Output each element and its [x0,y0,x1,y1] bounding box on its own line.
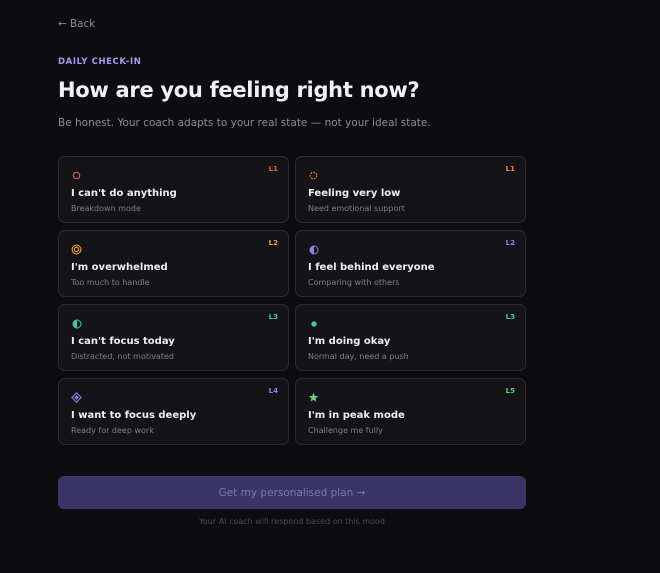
mood-card-doing-okay[interactable]: L3 I'm doing okay Normal day, need a push [295,304,526,371]
mood-card-cant-focus[interactable]: L3 I can't focus today Distracted, not mot… [58,304,289,371]
back-link[interactable]: ← Back [58,18,95,30]
level-badge: L1 [268,165,278,173]
mood-description: Ready for deep work [71,426,154,435]
mood-description: Distracted, not motivated [71,352,174,361]
page-title: How are you feeling right now? [58,78,420,102]
mood-card-cant-do-anything[interactable]: L1 I can't do anything Breakdown mode [58,156,289,223]
mood-label: I'm doing okay [308,336,391,347]
arrow-left-icon: ← [58,18,67,30]
mood-description: Too much to handle [71,278,150,287]
mood-label: I feel behind everyone [308,262,435,273]
mood-label: Feeling very low [308,188,401,199]
mood-options-grid: L1 I can't do anything Breakdown mode L1 Fee… [58,156,526,445]
mood-description: Normal day, need a push [308,352,409,361]
mood-description: Challenge me fully [308,426,383,435]
footnote: Your AI coach will respond based on this… [199,517,385,526]
mood-label: I'm in peak mode [308,410,405,421]
mood-card-overwhelmed[interactable]: L2 I'm overwhelmed Too much to handle [58,230,289,297]
get-plan-button[interactable]: Get my personalised plan → [58,476,526,509]
page-subtitle: Be honest. Your coach adapts to your rea… [58,117,431,129]
mood-card-peak-mode[interactable]: L5 I'm in peak mode Challenge me fully [295,378,526,445]
mood-check-in-page: ← Back DAILY CHECK-IN How are you feelin… [0,0,660,573]
double-ring-icon [71,244,82,255]
dashed-ring-icon [308,170,319,181]
mood-description: Breakdown mode [71,204,141,213]
half-circle-icon [308,244,319,255]
star-icon [308,392,319,403]
mood-label: I can't do anything [71,188,177,199]
ring-icon [71,170,82,181]
diamond-icon [71,392,82,403]
half-circle-icon [71,318,82,329]
mood-description: Need emotional support [308,204,405,213]
mood-card-feeling-very-low[interactable]: L1 Feeling very low Need emotional support [295,156,526,223]
mood-description: Comparing with others [308,278,400,287]
level-badge: L3 [505,313,515,321]
level-badge: L3 [268,313,278,321]
level-badge: L4 [268,387,278,395]
level-badge: L2 [268,239,278,247]
back-label: Back [69,18,96,30]
dot-icon [308,318,319,329]
eyebrow-label: DAILY CHECK-IN [58,57,142,67]
mood-label: I want to focus deeply [71,410,197,421]
level-badge: L1 [505,165,515,173]
mood-card-focus-deeply[interactable]: L4 I want to focus deeply Ready for deep w… [58,378,289,445]
mood-card-behind-everyone[interactable]: L2 I feel behind everyone Comparing with o… [295,230,526,297]
level-badge: L5 [505,387,515,395]
mood-label: I'm overwhelmed [71,262,168,273]
mood-label: I can't focus today [71,336,175,347]
level-badge: L2 [505,239,515,247]
